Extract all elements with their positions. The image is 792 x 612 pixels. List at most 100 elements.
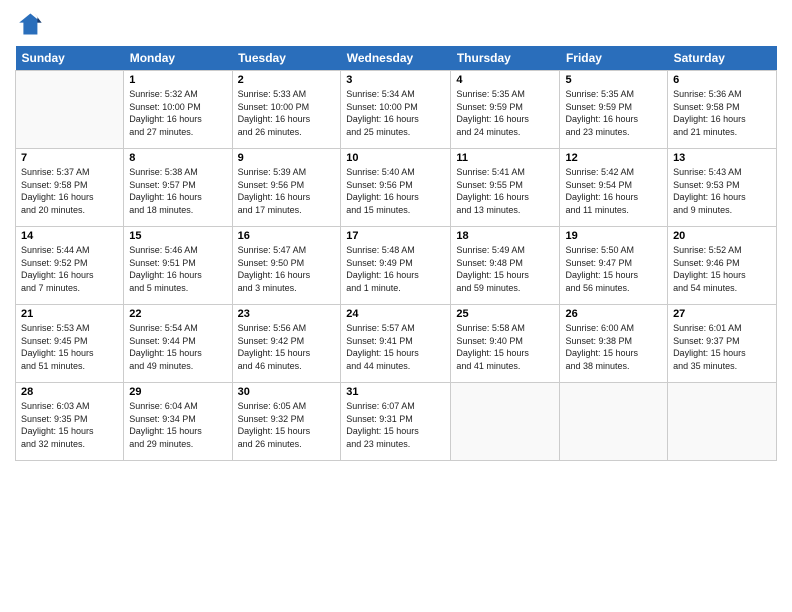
weekday-header: Sunday (16, 46, 124, 71)
calendar-cell: 9 Sunrise: 5:39 AM Sunset: 9:56 PM Daylig… (232, 149, 341, 227)
day-info: Sunrise: 5:32 AM Sunset: 10:00 PM Daylig… (129, 88, 226, 138)
day-info: Sunrise: 5:50 AM Sunset: 9:47 PM Dayligh… (565, 244, 662, 294)
day-info: Sunrise: 5:57 AM Sunset: 9:41 PM Dayligh… (346, 322, 445, 372)
calendar-cell: 19 Sunrise: 5:50 AM Sunset: 9:47 PM Dayli… (560, 227, 668, 305)
day-info: Sunrise: 5:40 AM Sunset: 9:56 PM Dayligh… (346, 166, 445, 216)
day-number: 13 (673, 152, 771, 164)
day-number: 21 (21, 308, 118, 320)
day-info: Sunrise: 5:53 AM Sunset: 9:45 PM Dayligh… (21, 322, 118, 372)
day-info: Sunrise: 6:00 AM Sunset: 9:38 PM Dayligh… (565, 322, 662, 372)
logo (15, 10, 45, 38)
day-info: Sunrise: 5:36 AM Sunset: 9:58 PM Dayligh… (673, 88, 771, 138)
calendar-cell: 26 Sunrise: 6:00 AM Sunset: 9:38 PM Dayli… (560, 305, 668, 383)
calendar-cell: 8 Sunrise: 5:38 AM Sunset: 9:57 PM Daylig… (124, 149, 232, 227)
calendar-cell: 11Sunrise: 5:41 AM Sunset: 9:55 PM Dayli… (451, 149, 560, 227)
calendar-cell: 18Sunrise: 5:49 AM Sunset: 9:48 PM Dayli… (451, 227, 560, 305)
day-number: 4 (456, 74, 554, 86)
day-info: Sunrise: 5:46 AM Sunset: 9:51 PM Dayligh… (129, 244, 226, 294)
calendar-cell (451, 383, 560, 461)
day-number: 15 (129, 230, 226, 242)
day-number: 19 (565, 230, 662, 242)
day-number: 18 (456, 230, 554, 242)
calendar-cell (16, 71, 124, 149)
calendar-cell: 16Sunrise: 5:47 AM Sunset: 9:50 PM Dayli… (232, 227, 341, 305)
day-number: 30 (238, 386, 336, 398)
day-number: 26 (565, 308, 662, 320)
day-number: 20 (673, 230, 771, 242)
day-info: Sunrise: 6:03 AM Sunset: 9:35 PM Dayligh… (21, 400, 118, 450)
weekday-header: Monday (124, 46, 232, 71)
weekday-header: Tuesday (232, 46, 341, 71)
day-number: 12 (565, 152, 662, 164)
day-info: Sunrise: 5:56 AM Sunset: 9:42 PM Dayligh… (238, 322, 336, 372)
calendar-week-row: 7 Sunrise: 5:37 AM Sunset: 9:58 PM Daylig… (16, 149, 777, 227)
day-info: Sunrise: 5:37 AM Sunset: 9:58 PM Dayligh… (21, 166, 118, 216)
calendar-week-row: 1 Sunrise: 5:32 AM Sunset: 10:00 PM Dayli… (16, 71, 777, 149)
day-info: Sunrise: 5:54 AM Sunset: 9:44 PM Dayligh… (129, 322, 226, 372)
page-container: SundayMondayTuesdayWednesdayThursdayFrid… (0, 0, 792, 471)
day-info: Sunrise: 5:35 AM Sunset: 9:59 PM Dayligh… (456, 88, 554, 138)
calendar-cell: 28 Sunrise: 6:03 AM Sunset: 9:35 PM Dayli… (16, 383, 124, 461)
calendar-cell: 4 Sunrise: 5:35 AM Sunset: 9:59 PM Daylig… (451, 71, 560, 149)
day-number: 24 (346, 308, 445, 320)
day-info: Sunrise: 5:41 AM Sunset: 9:55 PM Dayligh… (456, 166, 554, 216)
day-number: 14 (21, 230, 118, 242)
day-info: Sunrise: 6:04 AM Sunset: 9:34 PM Dayligh… (129, 400, 226, 450)
day-number: 29 (129, 386, 226, 398)
day-number: 10 (346, 152, 445, 164)
calendar-table: SundayMondayTuesdayWednesdayThursdayFrid… (15, 46, 777, 461)
day-number: 17 (346, 230, 445, 242)
day-info: Sunrise: 6:07 AM Sunset: 9:31 PM Dayligh… (346, 400, 445, 450)
day-number: 9 (238, 152, 336, 164)
calendar-cell: 27 Sunrise: 6:01 AM Sunset: 9:37 PM Dayli… (668, 305, 777, 383)
day-info: Sunrise: 5:39 AM Sunset: 9:56 PM Dayligh… (238, 166, 336, 216)
day-info: Sunrise: 5:35 AM Sunset: 9:59 PM Dayligh… (565, 88, 662, 138)
day-info: Sunrise: 6:01 AM Sunset: 9:37 PM Dayligh… (673, 322, 771, 372)
day-number: 27 (673, 308, 771, 320)
day-number: 8 (129, 152, 226, 164)
calendar-cell: 2Sunrise: 5:33 AM Sunset: 10:00 PM Dayli… (232, 71, 341, 149)
calendar-cell: 7 Sunrise: 5:37 AM Sunset: 9:58 PM Daylig… (16, 149, 124, 227)
day-info: Sunrise: 5:52 AM Sunset: 9:46 PM Dayligh… (673, 244, 771, 294)
day-number: 1 (129, 74, 226, 86)
calendar-week-row: 14 Sunrise: 5:44 AM Sunset: 9:52 PM Dayli… (16, 227, 777, 305)
day-info: Sunrise: 5:44 AM Sunset: 9:52 PM Dayligh… (21, 244, 118, 294)
weekday-header: Friday (560, 46, 668, 71)
day-number: 7 (21, 152, 118, 164)
day-info: Sunrise: 5:48 AM Sunset: 9:49 PM Dayligh… (346, 244, 445, 294)
calendar-cell: 24 Sunrise: 5:57 AM Sunset: 9:41 PM Dayli… (341, 305, 451, 383)
calendar-cell: 3Sunrise: 5:34 AM Sunset: 10:00 PM Dayli… (341, 71, 451, 149)
calendar-cell: 14 Sunrise: 5:44 AM Sunset: 9:52 PM Dayli… (16, 227, 124, 305)
calendar-cell: 5 Sunrise: 5:35 AM Sunset: 9:59 PM Daylig… (560, 71, 668, 149)
calendar-cell: 20 Sunrise: 5:52 AM Sunset: 9:46 PM Dayli… (668, 227, 777, 305)
day-number: 28 (21, 386, 118, 398)
calendar-cell: 23 Sunrise: 5:56 AM Sunset: 9:42 PM Dayli… (232, 305, 341, 383)
calendar-cell: 29 Sunrise: 6:04 AM Sunset: 9:34 PM Dayli… (124, 383, 232, 461)
calendar-cell: 22 Sunrise: 5:54 AM Sunset: 9:44 PM Dayli… (124, 305, 232, 383)
weekday-header: Thursday (451, 46, 560, 71)
day-info: Sunrise: 6:05 AM Sunset: 9:32 PM Dayligh… (238, 400, 336, 450)
day-number: 5 (565, 74, 662, 86)
weekday-header: Wednesday (341, 46, 451, 71)
calendar-cell: 15 Sunrise: 5:46 AM Sunset: 9:51 PM Dayli… (124, 227, 232, 305)
day-info: Sunrise: 5:43 AM Sunset: 9:53 PM Dayligh… (673, 166, 771, 216)
day-info: Sunrise: 5:38 AM Sunset: 9:57 PM Dayligh… (129, 166, 226, 216)
calendar-cell: 1 Sunrise: 5:32 AM Sunset: 10:00 PM Dayli… (124, 71, 232, 149)
day-number: 23 (238, 308, 336, 320)
day-info: Sunrise: 5:34 AM Sunset: 10:00 PM Daylig… (346, 88, 445, 138)
page-header (15, 10, 777, 38)
calendar-cell: 12 Sunrise: 5:42 AM Sunset: 9:54 PM Dayli… (560, 149, 668, 227)
weekday-header: Saturday (668, 46, 777, 71)
day-number: 31 (346, 386, 445, 398)
day-number: 6 (673, 74, 771, 86)
day-number: 22 (129, 308, 226, 320)
day-number: 2 (238, 74, 336, 86)
day-info: Sunrise: 5:58 AM Sunset: 9:40 PM Dayligh… (456, 322, 554, 372)
calendar-cell: 30 Sunrise: 6:05 AM Sunset: 9:32 PM Dayli… (232, 383, 341, 461)
day-info: Sunrise: 5:42 AM Sunset: 9:54 PM Dayligh… (565, 166, 662, 216)
calendar-cell: 17 Sunrise: 5:48 AM Sunset: 9:49 PM Dayli… (341, 227, 451, 305)
calendar-cell: 21 Sunrise: 5:53 AM Sunset: 9:45 PM Dayli… (16, 305, 124, 383)
calendar-cell (668, 383, 777, 461)
calendar-cell: 13 Sunrise: 5:43 AM Sunset: 9:53 PM Dayli… (668, 149, 777, 227)
calendar-cell: 25Sunrise: 5:58 AM Sunset: 9:40 PM Dayli… (451, 305, 560, 383)
